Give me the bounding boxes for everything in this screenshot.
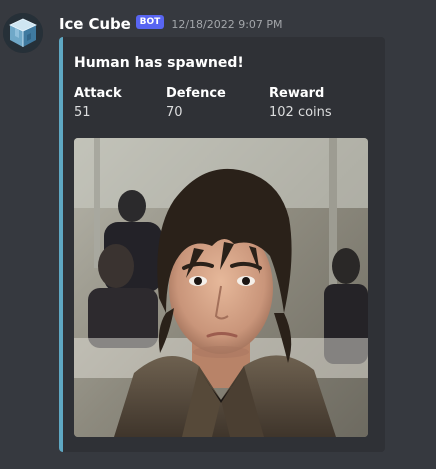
chat-message: Ice Cube BOT 12/18/2022 9:07 PM Human ha… bbox=[0, 0, 436, 469]
embed-image[interactable] bbox=[74, 138, 368, 437]
portrait-photo-icon bbox=[74, 138, 368, 437]
embed-title: Human has spawned! bbox=[74, 55, 244, 71]
field-value: 51 bbox=[74, 105, 91, 120]
bot-badge: BOT bbox=[135, 15, 165, 29]
message-header: Ice Cube BOT 12/18/2022 9:07 PM bbox=[59, 14, 283, 34]
field-name: Attack bbox=[74, 86, 122, 101]
message-timestamp: 12/18/2022 9:07 PM bbox=[171, 17, 283, 31]
field-name: Reward bbox=[269, 86, 325, 101]
field-value: 70 bbox=[166, 105, 183, 120]
field-name: Defence bbox=[166, 86, 226, 101]
embed-field-defence: Defence 70 bbox=[166, 85, 226, 121]
embed-field-attack: Attack 51 bbox=[74, 85, 122, 121]
embed-card: Human has spawned! Attack 51 Defence 70 … bbox=[59, 37, 385, 452]
author-avatar[interactable] bbox=[3, 13, 43, 53]
author-name[interactable]: Ice Cube bbox=[59, 15, 131, 33]
embed-field-reward: Reward 102 coins bbox=[269, 85, 332, 121]
ice-cube-icon bbox=[3, 13, 43, 53]
field-value: 102 coins bbox=[269, 105, 332, 120]
